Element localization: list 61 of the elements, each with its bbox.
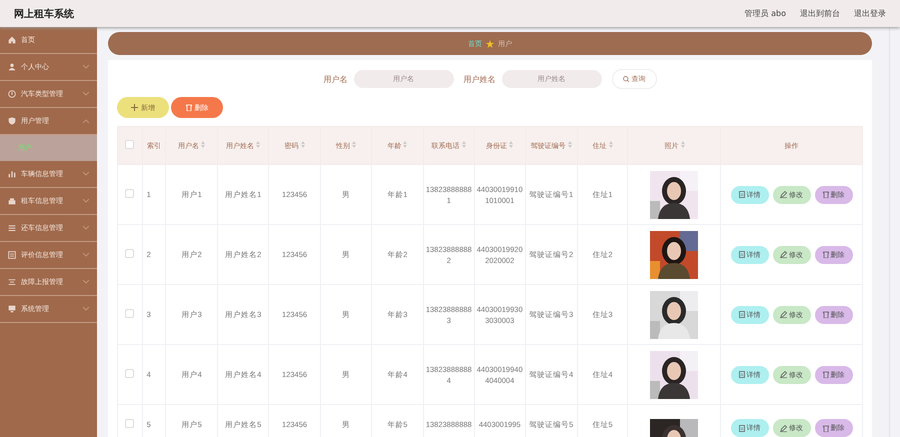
sort-icon[interactable]	[568, 140, 572, 148]
pencil-icon	[780, 191, 788, 198]
chevron-icon	[83, 307, 89, 311]
menu-icon	[8, 278, 16, 286]
chevron-icon	[83, 226, 89, 230]
trash-icon	[822, 251, 829, 258]
header-link[interactable]: 管理员 abo	[744, 8, 786, 19]
sort-icon[interactable]	[256, 140, 260, 148]
menu-icon	[8, 90, 16, 98]
header-link[interactable]: 退出到前台	[800, 8, 840, 19]
row-checkbox[interactable]	[125, 368, 134, 378]
plus-icon	[131, 104, 138, 111]
scrollbar[interactable]	[889, 27, 900, 437]
menu-icon	[8, 251, 16, 259]
document-icon	[738, 311, 745, 318]
menu-icon	[8, 224, 16, 232]
menu-icon	[8, 197, 16, 205]
select-all-checkbox[interactable]	[125, 140, 134, 149]
chevron-icon	[83, 172, 89, 176]
chevron-icon	[83, 92, 89, 96]
field-label: 用户姓名	[464, 74, 496, 84]
chevron-icon	[83, 280, 89, 284]
field-label: 用户名	[324, 74, 348, 84]
app-title: 网上租车系统	[14, 7, 75, 20]
sort-icon[interactable]	[300, 140, 305, 148]
row-checkbox[interactable]	[125, 188, 134, 198]
menu-icon	[8, 305, 16, 313]
chevron-icon	[83, 253, 89, 257]
sort-icon[interactable]	[403, 140, 408, 148]
trash-icon	[822, 371, 829, 378]
sort-icon[interactable]	[680, 140, 685, 148]
row-checkbox[interactable]	[125, 419, 134, 428]
menu-icon	[8, 117, 16, 125]
sort-icon[interactable]	[201, 140, 206, 148]
star-icon	[486, 40, 494, 48]
row-checkbox[interactable]	[125, 308, 134, 318]
sort-icon[interactable]	[608, 140, 613, 148]
document-icon	[738, 371, 745, 378]
document-icon	[738, 191, 745, 198]
document-icon	[738, 251, 745, 258]
chevron-icon	[83, 65, 89, 69]
sort-icon[interactable]	[352, 140, 356, 148]
document-icon	[738, 424, 745, 432]
pencil-icon	[780, 311, 788, 318]
chevron-icon	[83, 119, 89, 123]
trash-icon	[822, 424, 829, 432]
trash-icon	[186, 104, 192, 111]
trash-icon	[822, 311, 829, 318]
row-checkbox[interactable]	[125, 248, 134, 258]
menu-icon	[8, 63, 16, 71]
header-link[interactable]: 退出登录	[854, 8, 886, 19]
pencil-icon	[780, 371, 788, 378]
sort-icon[interactable]	[462, 140, 466, 148]
pencil-icon	[780, 251, 788, 258]
search-icon	[622, 76, 628, 82]
pencil-icon	[780, 424, 788, 432]
trash-icon	[822, 191, 829, 198]
sort-icon[interactable]	[509, 140, 514, 148]
chevron-icon	[83, 199, 89, 203]
menu-icon	[8, 170, 16, 178]
menu-icon	[8, 36, 16, 44]
